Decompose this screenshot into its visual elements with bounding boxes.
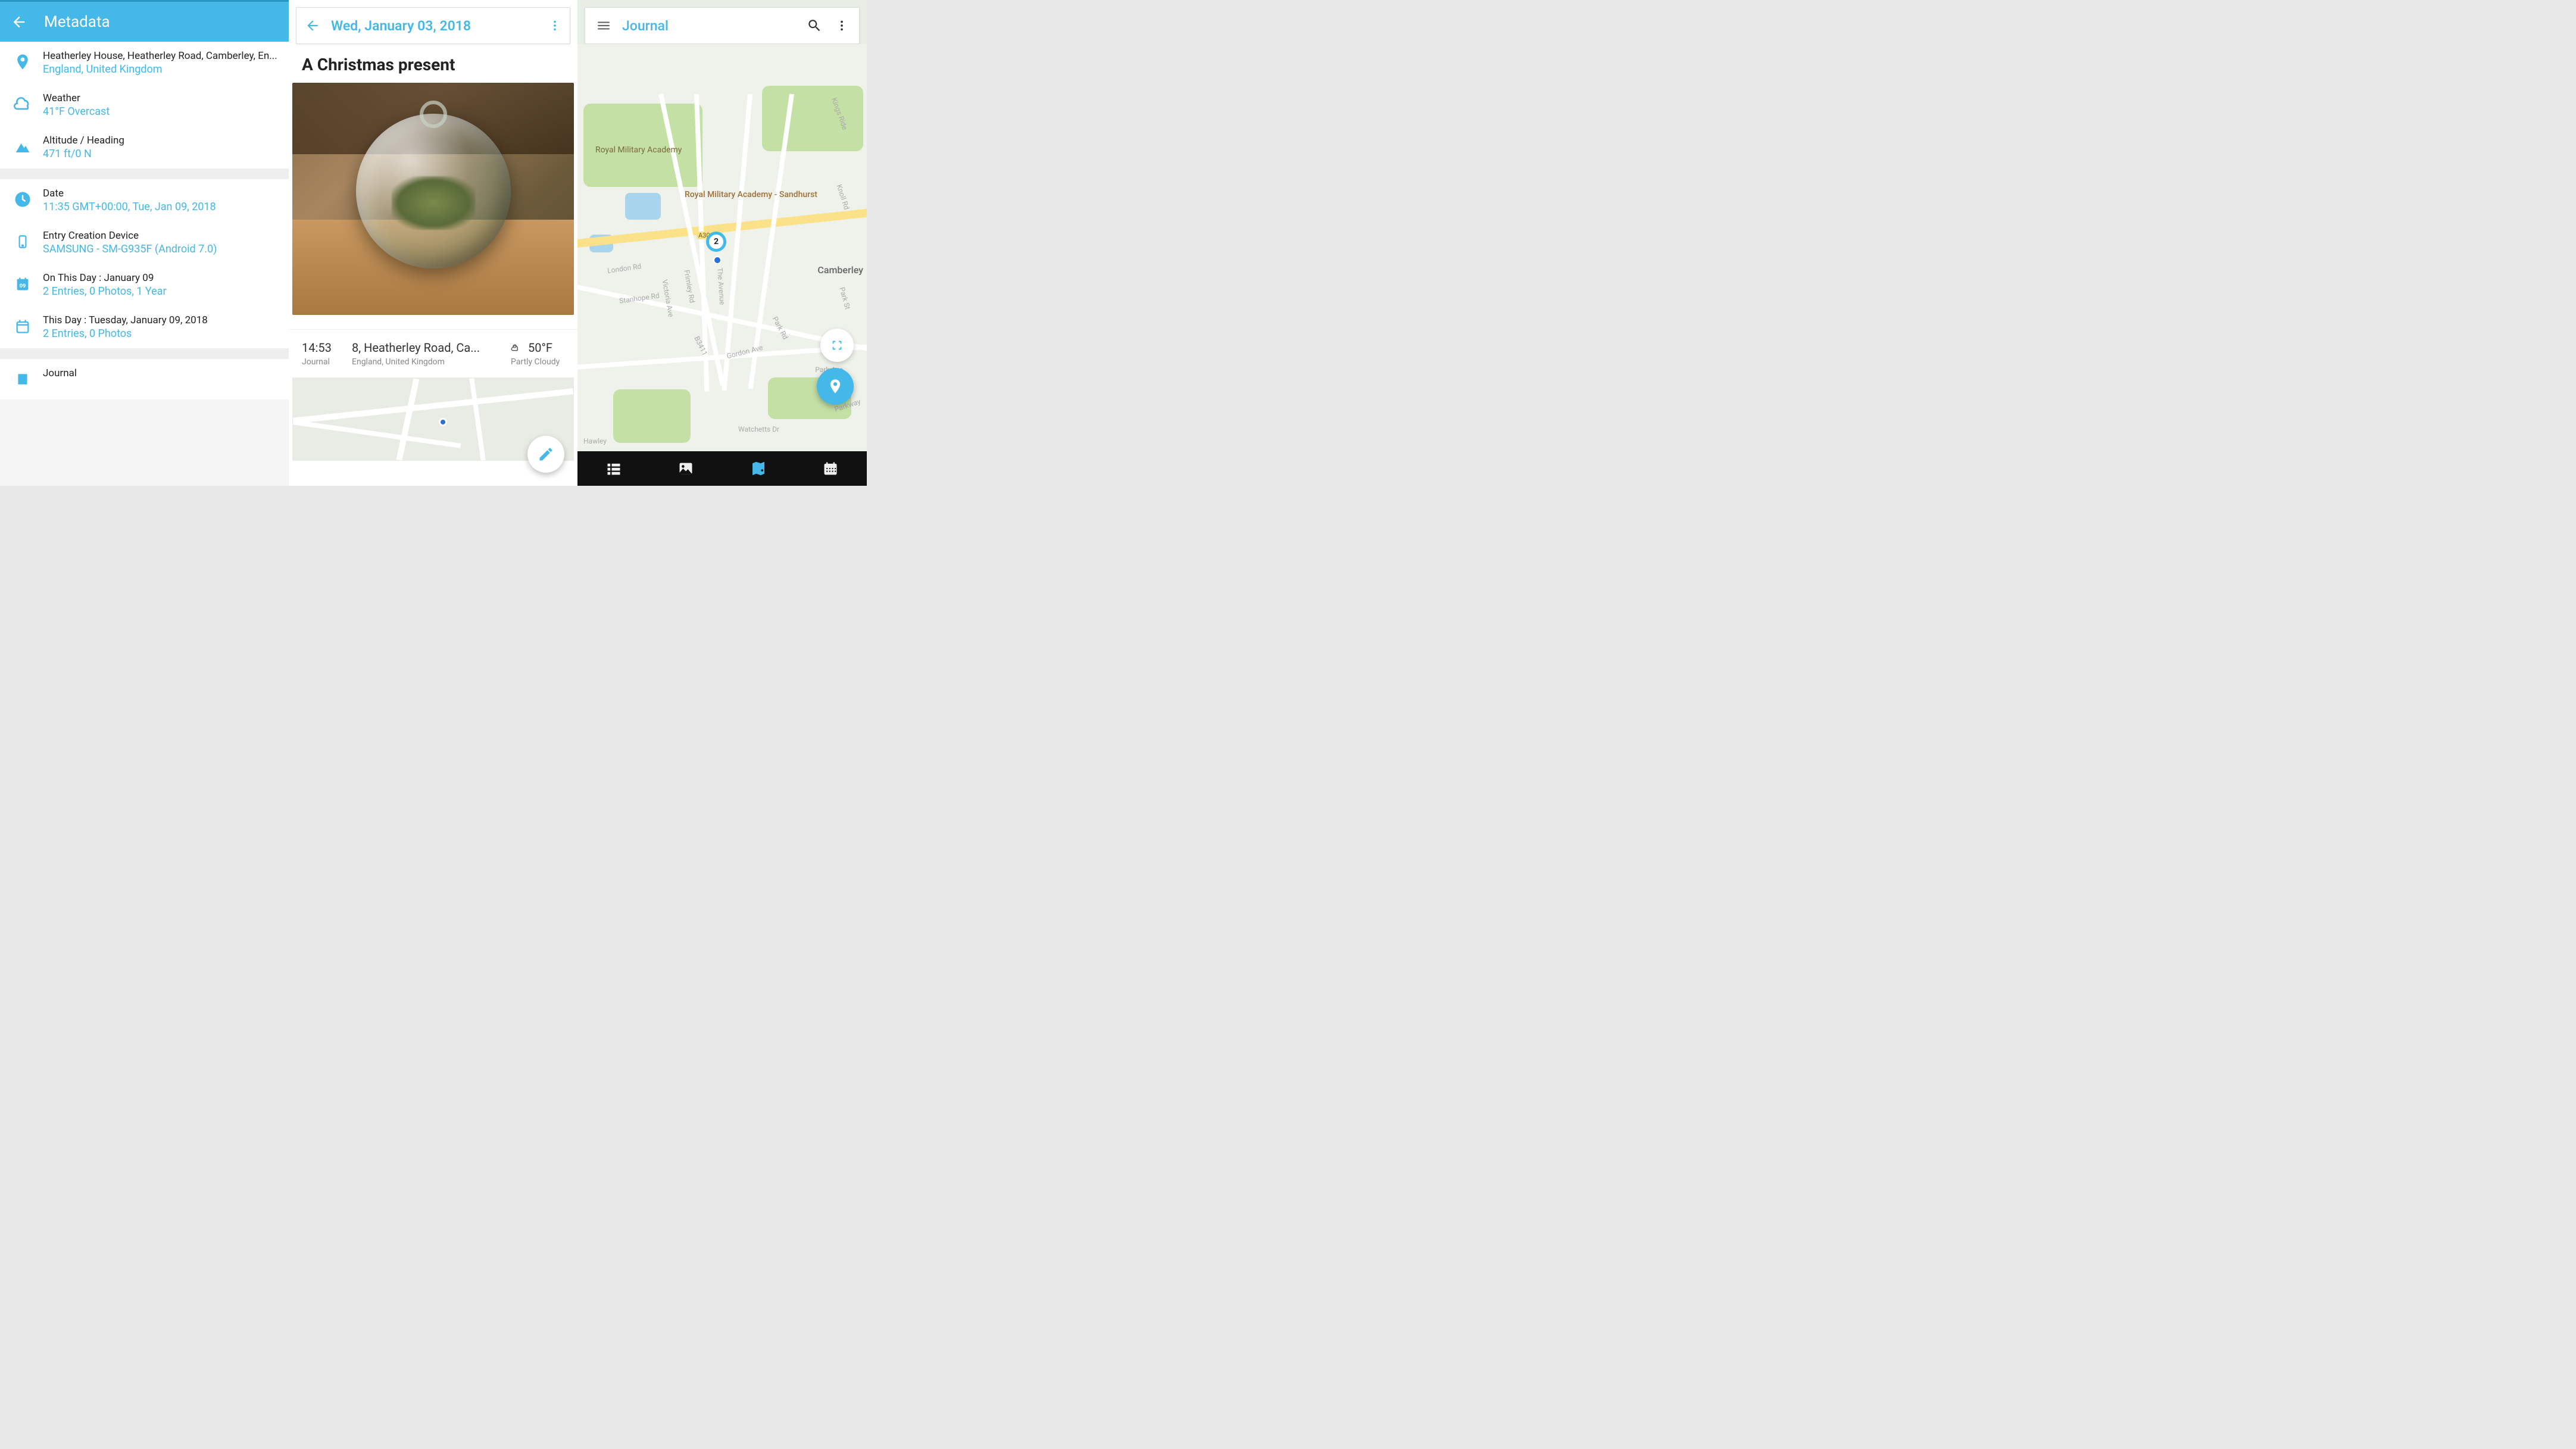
this-day-value: 2 Entries, 0 Photos [43, 327, 278, 340]
date-item[interactable]: Date 11:35 GMT+00:00, Tue, Jan 09, 2018 [0, 179, 289, 221]
location-pin-icon [827, 378, 844, 395]
map-canvas[interactable]: Royal Military Academy Royal Military Ac… [577, 44, 867, 451]
metadata-panel: Metadata Heatherley House, Heatherley Ro… [0, 0, 289, 486]
nav-list[interactable] [577, 451, 650, 486]
partly-cloudy-icon [511, 342, 523, 354]
road-label: Gordon Ave [726, 343, 763, 361]
road-label: Park St [838, 286, 852, 311]
cluster-count: 2 [714, 237, 719, 246]
edit-fab[interactable] [527, 436, 564, 473]
appbar-title: Metadata [44, 13, 110, 31]
device-label: Entry Creation Device [43, 230, 278, 242]
on-this-day-item[interactable]: 09 On This Day : January 09 2 Entries, 0… [0, 264, 289, 306]
weather-value: 41°F Overcast [43, 105, 278, 118]
current-location-dot-icon [713, 256, 722, 264]
search-button[interactable] [807, 18, 822, 33]
pencil-icon [538, 446, 554, 463]
location-fab[interactable] [817, 368, 854, 405]
cloud-icon [11, 92, 35, 116]
entry-conditions: Partly Cloudy [511, 357, 564, 367]
road-label: Knoll Rd [835, 183, 851, 211]
date-value: 11:35 GMT+00:00, Tue, Jan 09, 2018 [43, 201, 278, 213]
search-icon [807, 18, 822, 33]
metadata-appbar: Metadata [0, 0, 289, 42]
map-title: Journal [622, 18, 807, 34]
map-icon [750, 460, 767, 477]
calendar-day-icon: 09 [11, 272, 35, 296]
entry-address: 8, Heatherley Road, Ca... [352, 341, 502, 355]
back-button[interactable] [305, 18, 320, 33]
map-cluster-marker[interactable]: 2 [706, 232, 726, 252]
arrow-left-icon [305, 18, 320, 33]
this-day-label: This Day : Tuesday, January 09, 2018 [43, 314, 278, 326]
on-this-day-label: On This Day : January 09 [43, 272, 278, 284]
nav-calendar[interactable] [795, 451, 867, 486]
road-label: Victoria Ave [660, 279, 675, 317]
more-menu-button[interactable] [548, 19, 561, 32]
clock-icon [11, 188, 35, 211]
road-label: Watchetts Dr [738, 425, 779, 433]
mountain-icon [11, 135, 35, 158]
entry-region: England, United Kingdom [352, 357, 502, 367]
location-item[interactable]: Heatherley House, Heatherley Road, Cambe… [0, 42, 289, 84]
weather-item[interactable]: Weather 41°F Overcast [0, 84, 289, 126]
nav-photos[interactable] [650, 451, 723, 486]
bottom-nav [577, 451, 867, 486]
svg-text:09: 09 [20, 283, 26, 289]
road-label: Hawley [583, 437, 607, 445]
entry-panel: Wed, January 03, 2018 A Christmas presen… [289, 0, 577, 486]
altitude-value: 471 ft/0 N [43, 148, 278, 160]
road-label: Frimley Rd [682, 269, 697, 304]
entry-metadata-row: 14:53 Journal 8, Heatherley Road, Ca... … [289, 329, 577, 377]
more-menu-button[interactable] [835, 19, 848, 32]
location-pin-icon [11, 50, 35, 74]
altitude-label: Altitude / Heading [43, 135, 278, 146]
road-label: The Avenue [716, 267, 726, 305]
expand-fab[interactable] [820, 329, 854, 362]
entry-toolbar: Wed, January 03, 2018 [296, 7, 570, 44]
location-value: England, United Kingdom [43, 63, 278, 76]
map-label: Royal Military Academy [595, 145, 682, 155]
expand-icon [830, 339, 844, 352]
weather-label: Weather [43, 92, 278, 104]
device-item[interactable]: Entry Creation Device SAMSUNG - SM-G935F… [0, 221, 289, 264]
section-divider [0, 348, 289, 359]
location-label: Heatherley House, Heatherley Road, Cambe… [43, 50, 278, 62]
entry-date[interactable]: Wed, January 03, 2018 [331, 18, 548, 34]
map-toolbar: Journal [585, 7, 860, 44]
device-value: SAMSUNG - SM-G935F (Android 7.0) [43, 243, 278, 255]
calendar-icon [11, 314, 35, 338]
journal-label: Journal [43, 367, 278, 379]
calendar-grid-icon [822, 460, 839, 477]
metadata-list: Heatherley House, Heatherley Road, Cambe… [0, 42, 289, 168]
journal-item[interactable]: Journal [0, 359, 289, 399]
altitude-item[interactable]: Altitude / Heading 471 ft/0 N [0, 126, 289, 168]
phone-icon [11, 230, 35, 254]
road-label: London Rd [607, 262, 642, 275]
list-icon [605, 460, 622, 477]
more-vert-icon [835, 19, 848, 32]
this-day-item[interactable]: This Day : Tuesday, January 09, 2018 2 E… [0, 306, 289, 348]
on-this-day-value: 2 Entries, 0 Photos, 1 Year [43, 285, 278, 298]
location-dot-icon [439, 418, 447, 426]
map-label: Camberley [817, 264, 863, 276]
entry-journal-name: Journal [302, 357, 344, 367]
arrow-left-icon [11, 14, 27, 30]
entry-temp: 50°F [528, 341, 552, 355]
entry-time: 14:53 [302, 341, 344, 355]
entry-title: A Christmas present [289, 44, 577, 83]
back-button[interactable] [11, 14, 27, 30]
nav-map[interactable] [722, 451, 795, 486]
hamburger-icon [596, 18, 611, 33]
map-label: Royal Military Academy - Sandhurst [685, 190, 817, 199]
section-divider [0, 168, 289, 179]
journal-icon [11, 367, 35, 391]
map-panel: Journal Royal Military Academy Royal Mil… [577, 0, 867, 486]
entry-photo[interactable] [292, 83, 574, 315]
image-icon [677, 460, 694, 477]
date-label: Date [43, 188, 278, 199]
more-vert-icon [548, 19, 561, 32]
menu-button[interactable] [596, 18, 611, 33]
